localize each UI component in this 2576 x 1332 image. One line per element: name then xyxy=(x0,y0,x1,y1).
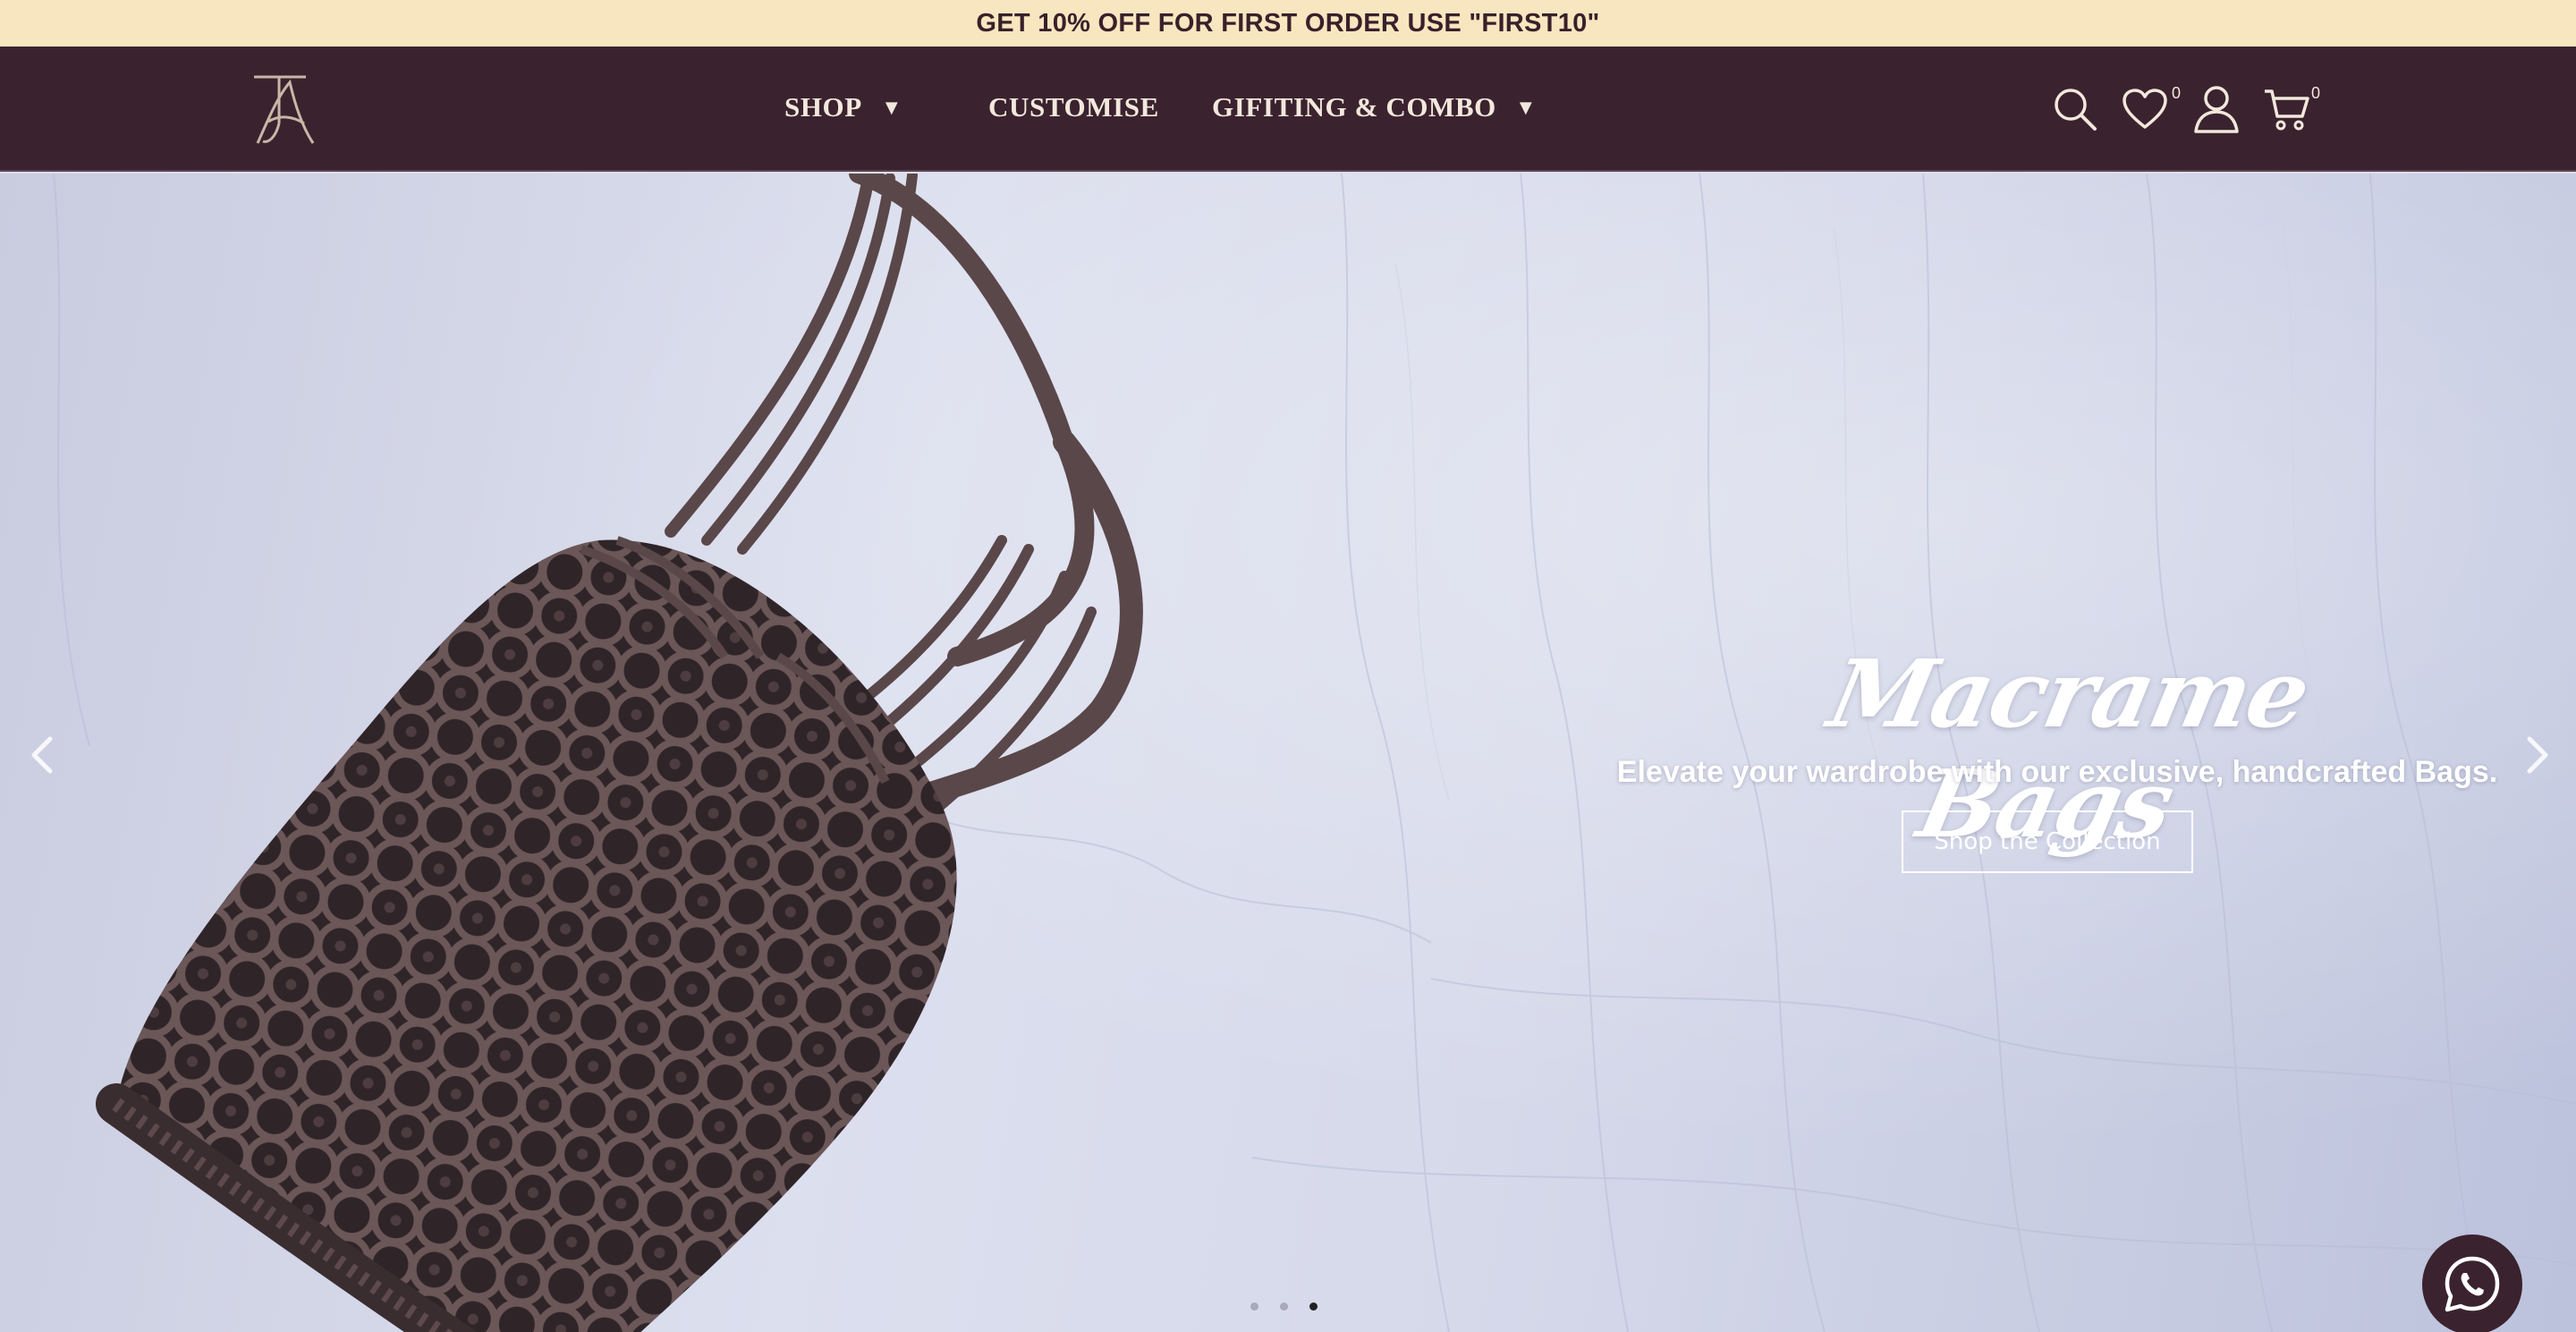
heart-icon[interactable] xyxy=(2122,88,2168,135)
cart-icon[interactable] xyxy=(2263,88,2311,137)
chevron-down-icon: ▼ xyxy=(885,98,899,117)
nav-gifting-label: GIFITING & COMBO xyxy=(1212,91,1496,123)
search-icon[interactable] xyxy=(2052,86,2098,137)
hero-subtitle: Elevate your wardrobe with our exclusive… xyxy=(1616,755,2498,789)
chevron-down-icon: ▼ xyxy=(1519,98,1533,117)
slider-dot-2[interactable] xyxy=(1280,1302,1288,1311)
announcement-text: GET 10% OFF FOR FIRST ORDER USE "FIRST10… xyxy=(976,8,1600,38)
cart-count: 0 xyxy=(2311,84,2321,102)
nav-shop[interactable]: SHOP ▼ xyxy=(784,91,898,123)
nav-shop-label: SHOP xyxy=(784,91,862,123)
slider-prev-arrow[interactable] xyxy=(23,728,59,782)
hero-slider: Macrame Bags Elevate your wardrobe with … xyxy=(0,174,2576,1332)
user-icon[interactable] xyxy=(2193,84,2240,139)
slider-dots xyxy=(1250,1302,1318,1311)
whatsapp-chat-button[interactable] xyxy=(2422,1234,2522,1332)
slider-dot-3[interactable] xyxy=(1309,1302,1318,1311)
macrame-bag-image xyxy=(96,174,1143,1332)
nav-customise-label: CUSTOMISE xyxy=(988,91,1159,123)
shop-collection-button[interactable]: Shop the Collection xyxy=(1902,810,2193,873)
main-header: SHOP ▼ CUSTOMISE GIFITING & COMBO ▼ 0 0 xyxy=(0,47,2576,172)
slider-next-arrow[interactable] xyxy=(2521,728,2556,782)
nav-customise[interactable]: CUSTOMISE xyxy=(988,91,1159,123)
whatsapp-icon xyxy=(2445,1256,2500,1312)
announcement-bar: GET 10% OFF FOR FIRST ORDER USE "FIRST10… xyxy=(0,0,2576,47)
nav-gifting-combo[interactable]: GIFITING & COMBO ▼ xyxy=(1212,91,1532,123)
slider-dot-1[interactable] xyxy=(1250,1302,1258,1311)
wishlist-count: 0 xyxy=(2172,84,2182,102)
brand-logo[interactable] xyxy=(249,70,320,148)
